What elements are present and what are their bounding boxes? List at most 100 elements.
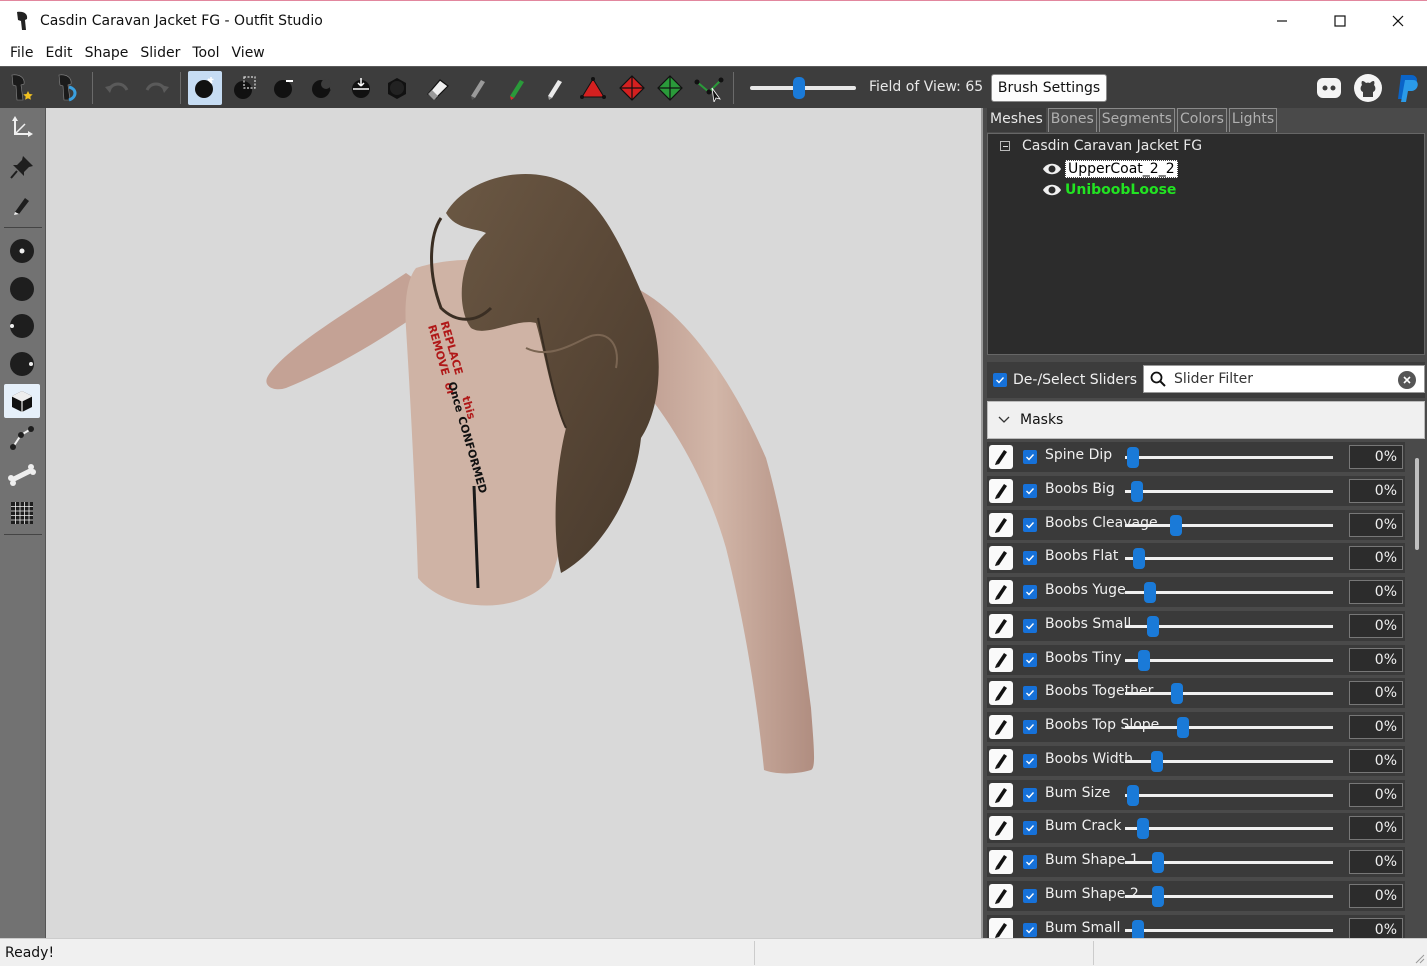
slider-thumb[interactable] xyxy=(1133,548,1145,569)
minimize-icon[interactable] xyxy=(1253,1,1311,41)
slider-checkbox[interactable] xyxy=(1023,720,1037,734)
edit-slider-pencil-icon[interactable] xyxy=(989,546,1013,570)
collapse-icon[interactable] xyxy=(1000,141,1010,151)
slider-value[interactable]: 0% xyxy=(1349,884,1403,908)
slider-checkbox[interactable] xyxy=(1023,754,1037,768)
slider-checkbox[interactable] xyxy=(1023,518,1037,532)
brush-half-icon[interactable] xyxy=(4,347,40,381)
menu-shape[interactable]: Shape xyxy=(79,45,135,61)
slider-list-scrollbar[interactable] xyxy=(1415,458,1419,550)
slider-track[interactable] xyxy=(1125,524,1333,527)
slider-checkbox[interactable] xyxy=(1023,855,1037,869)
slider-thumb[interactable] xyxy=(1144,582,1156,603)
slider-value[interactable]: 0% xyxy=(1349,445,1403,469)
menu-tool[interactable]: Tool xyxy=(186,45,225,61)
cube-view-icon[interactable] xyxy=(4,384,40,418)
slider-thumb[interactable] xyxy=(1137,818,1149,839)
slider-value[interactable]: 0% xyxy=(1349,513,1403,537)
slider-value[interactable]: 0% xyxy=(1349,749,1403,773)
edit-slider-pencil-icon[interactable] xyxy=(989,850,1013,874)
slider-track[interactable] xyxy=(1125,591,1333,594)
save-outfit-icon[interactable] xyxy=(52,71,86,105)
transform-tool-icon[interactable] xyxy=(4,110,40,144)
slider-thumb[interactable] xyxy=(1138,650,1150,671)
slider-track[interactable] xyxy=(1125,827,1333,830)
tab-lights[interactable]: Lights xyxy=(1228,108,1278,132)
tab-segments[interactable]: Segments xyxy=(1098,108,1176,132)
flip-edge-icon[interactable] xyxy=(653,71,687,105)
slider-value[interactable]: 0% xyxy=(1349,546,1403,570)
redo-icon[interactable] xyxy=(140,71,174,105)
edit-slider-pencil-icon[interactable] xyxy=(989,681,1013,705)
slider-value[interactable]: 0% xyxy=(1349,614,1403,638)
pivot-tool-icon[interactable] xyxy=(4,150,40,184)
grid-icon[interactable] xyxy=(4,496,40,530)
slider-value[interactable]: 0% xyxy=(1349,816,1403,840)
vertex-edit-icon[interactable] xyxy=(4,188,40,222)
menu-edit[interactable]: Edit xyxy=(39,45,78,61)
clear-filter-icon[interactable] xyxy=(1398,371,1416,389)
maximize-icon[interactable] xyxy=(1311,1,1369,41)
slider-checkbox[interactable] xyxy=(1023,585,1037,599)
slider-filter-input[interactable] xyxy=(1174,371,1394,387)
deflate-brush-icon[interactable] xyxy=(267,71,301,105)
menu-slider[interactable]: Slider xyxy=(134,45,186,61)
slider-thumb[interactable] xyxy=(1171,683,1183,704)
undiff-brush-icon[interactable] xyxy=(421,71,455,105)
slider-value[interactable]: 0% xyxy=(1349,715,1403,739)
slider-checkbox[interactable] xyxy=(1023,923,1037,937)
slider-track[interactable] xyxy=(1125,456,1333,459)
mesh-item-uniboobloose[interactable]: UniboobLoose xyxy=(1042,182,1176,198)
mesh-item-uppercoat[interactable]: UpperCoat_2_2 xyxy=(1042,160,1178,178)
slider-value[interactable]: 0% xyxy=(1349,648,1403,672)
slider-value[interactable]: 0% xyxy=(1349,681,1403,705)
edit-slider-pencil-icon[interactable] xyxy=(989,513,1013,537)
checkbox-checked-icon[interactable] xyxy=(993,373,1007,387)
brush-small-icon[interactable] xyxy=(4,234,40,268)
eraser-icon[interactable] xyxy=(461,71,495,105)
slider-thumb[interactable] xyxy=(1127,785,1139,806)
resize-grip-icon[interactable] xyxy=(1413,952,1425,964)
slider-thumb[interactable] xyxy=(1177,717,1189,738)
slider-value[interactable]: 0% xyxy=(1349,918,1403,938)
menu-view[interactable]: View xyxy=(226,45,271,61)
weight-brush-icon[interactable] xyxy=(500,71,534,105)
slider-thumb[interactable] xyxy=(1152,886,1164,907)
slider-checkbox[interactable] xyxy=(1023,821,1037,835)
slider-thumb[interactable] xyxy=(1127,447,1139,468)
load-outfit-icon[interactable] xyxy=(5,71,39,105)
color-brush-icon[interactable] xyxy=(538,71,572,105)
slider-track[interactable] xyxy=(1125,726,1333,729)
slider-filter-box[interactable] xyxy=(1143,365,1425,393)
alpha-brush-icon[interactable] xyxy=(576,71,610,105)
collapse-vertex-icon[interactable] xyxy=(615,71,649,105)
slider-thumb[interactable] xyxy=(1152,852,1164,873)
menu-file[interactable]: File xyxy=(4,45,39,61)
slider-value[interactable]: 0% xyxy=(1349,850,1403,874)
slider-thumb[interactable] xyxy=(1151,751,1163,772)
visibility-eye-icon[interactable] xyxy=(1042,162,1062,176)
slider-value[interactable]: 0% xyxy=(1349,479,1403,503)
visibility-eye-icon[interactable] xyxy=(1042,183,1062,197)
slider-value[interactable]: 0% xyxy=(1349,783,1403,807)
field-of-view-slider-thumb[interactable] xyxy=(793,77,806,99)
slider-checkbox[interactable] xyxy=(1023,450,1037,464)
slider-checkbox[interactable] xyxy=(1023,484,1037,498)
bone-icon[interactable] xyxy=(4,458,40,492)
slider-checkbox[interactable] xyxy=(1023,889,1037,903)
slider-thumb[interactable] xyxy=(1170,515,1182,536)
slider-checkbox[interactable] xyxy=(1023,551,1037,565)
slider-thumb[interactable] xyxy=(1147,616,1159,637)
slider-value[interactable]: 0% xyxy=(1349,580,1403,604)
github-icon[interactable] xyxy=(1352,72,1384,104)
slider-checkbox[interactable] xyxy=(1023,686,1037,700)
deselect-sliders-checkbox[interactable]: De-/Select Sliders xyxy=(993,372,1137,388)
slider-checkbox[interactable] xyxy=(1023,653,1037,667)
edit-slider-pencil-icon[interactable] xyxy=(989,445,1013,469)
undo-icon[interactable] xyxy=(100,71,134,105)
edit-slider-pencil-icon[interactable] xyxy=(989,884,1013,908)
edit-slider-pencil-icon[interactable] xyxy=(989,580,1013,604)
slider-track[interactable] xyxy=(1125,929,1333,932)
tab-meshes[interactable]: Meshes xyxy=(987,108,1046,132)
paypal-icon[interactable] xyxy=(1391,72,1423,104)
